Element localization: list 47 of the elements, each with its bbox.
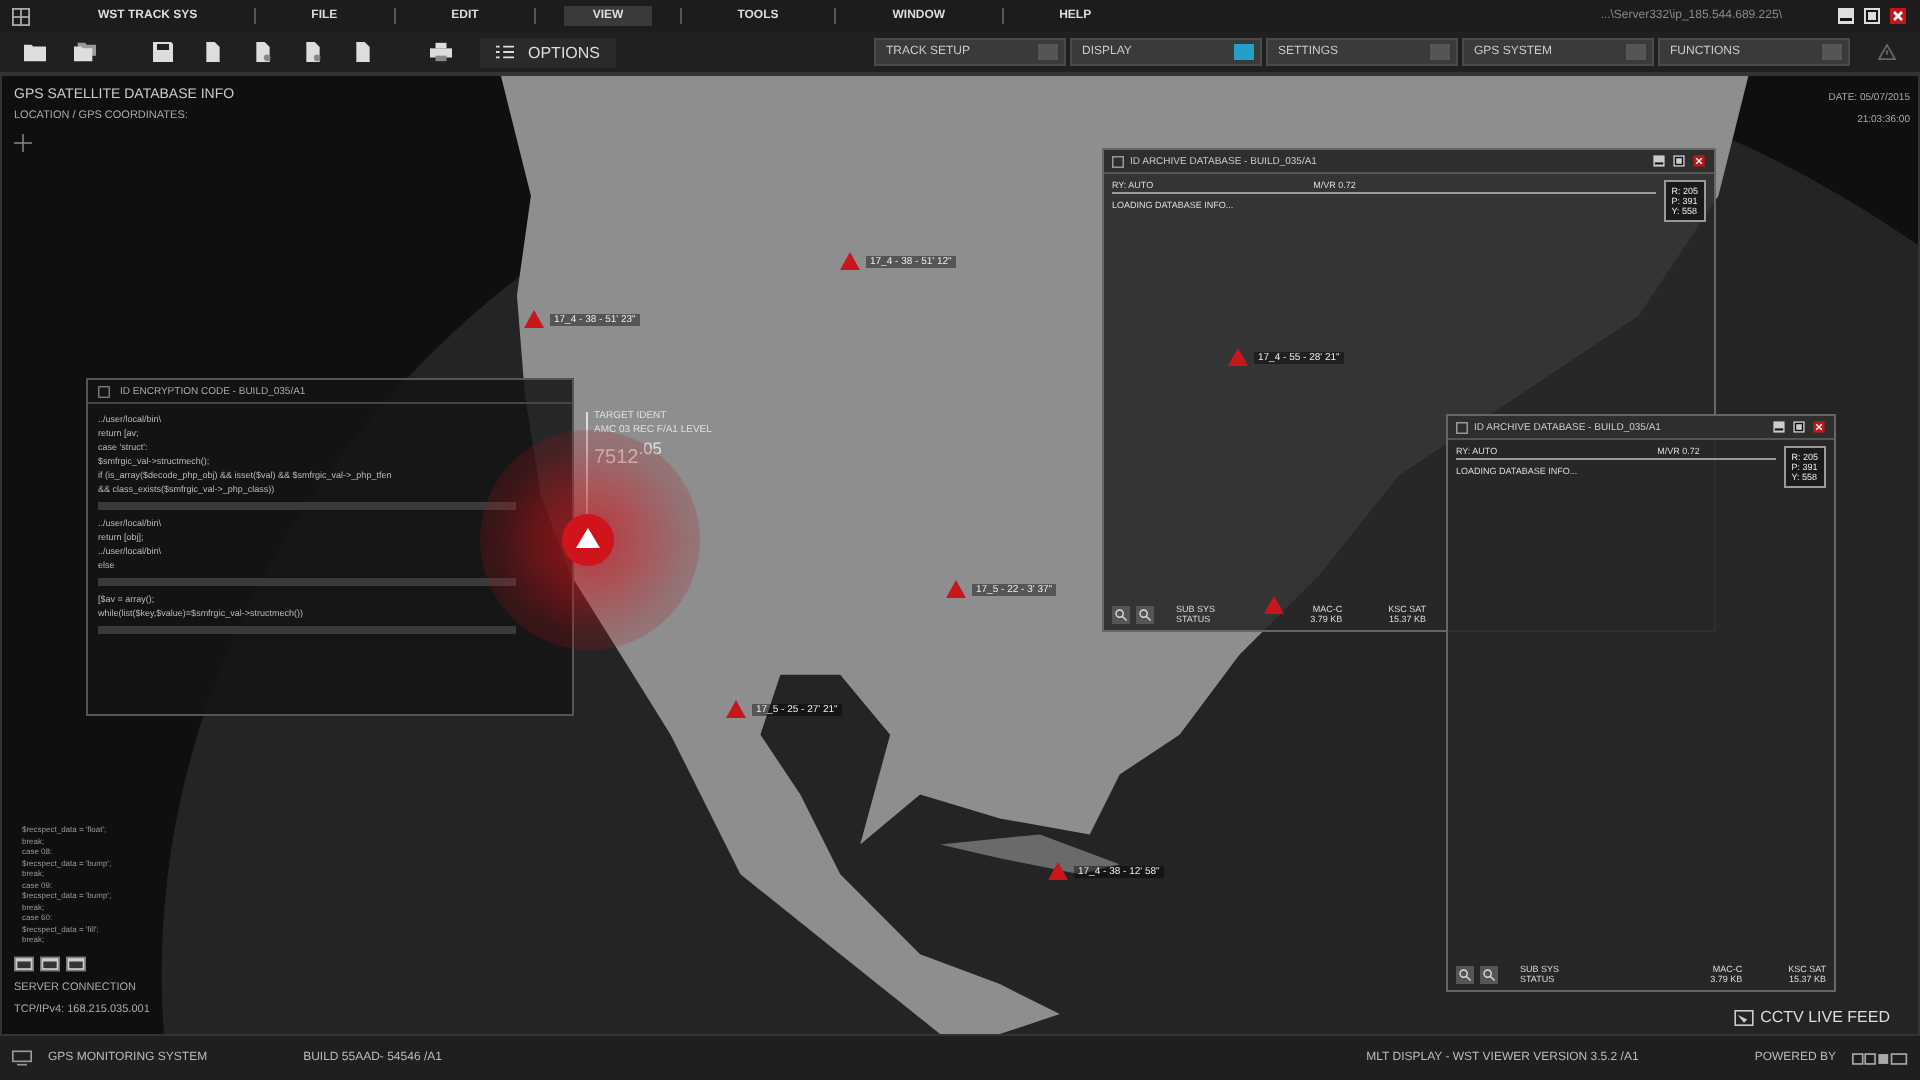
monitor-icon [12, 1050, 32, 1066]
camera-icon [1734, 1009, 1755, 1025]
logo-strip-icon [1852, 1051, 1908, 1065]
printer-icon[interactable] [430, 42, 452, 62]
maximize-icon[interactable] [1862, 6, 1882, 26]
zoom-out-button[interactable] [1136, 605, 1154, 623]
close-icon[interactable] [1692, 154, 1706, 168]
marker-triangle-icon[interactable] [1228, 348, 1248, 366]
panel-icon [98, 385, 110, 397]
marker-triangle-icon[interactable] [1264, 596, 1284, 614]
document-stack-icon[interactable] [352, 42, 374, 62]
window-icon [1112, 155, 1124, 167]
folder-icon[interactable] [24, 42, 46, 62]
options-button[interactable]: OPTIONS [480, 37, 617, 67]
minimize-icon[interactable] [1836, 6, 1856, 26]
list-icon [496, 44, 514, 60]
leader-line [586, 412, 588, 516]
document-badge-icon[interactable] [252, 42, 274, 62]
zoom-in-button[interactable] [1112, 605, 1130, 623]
feed-label: CCTV LIVE FEED [1760, 1008, 1890, 1026]
zoom-out-icon [1482, 967, 1496, 981]
marker-triangle-icon[interactable] [524, 310, 544, 328]
marker-triangle-icon[interactable] [946, 580, 966, 598]
maximize-icon[interactable] [1792, 420, 1806, 434]
save-icon[interactable] [152, 42, 174, 62]
marker-triangle-icon[interactable] [726, 700, 746, 718]
document-badge-icon[interactable] [302, 42, 324, 62]
target-marker-icon[interactable] [562, 514, 614, 566]
crosshair-icon [14, 134, 32, 152]
zoom-out-button[interactable] [1480, 965, 1498, 983]
window-icon [1456, 421, 1468, 433]
target-value: 7512$^{.05}$ [594, 438, 664, 469]
close-icon[interactable] [1812, 420, 1826, 434]
zoom-in-button[interactable] [1456, 965, 1474, 983]
document-icon[interactable] [202, 42, 224, 62]
warning-icon[interactable] [1878, 44, 1896, 60]
zoom-out-icon [1138, 607, 1152, 621]
zoom-in-icon [1458, 967, 1472, 981]
zoom-in-icon [1114, 607, 1128, 621]
maximize-icon[interactable] [1672, 154, 1686, 168]
minimize-icon[interactable] [1652, 154, 1666, 168]
grid-logo-icon [12, 7, 30, 25]
folder-stack-icon[interactable] [74, 42, 96, 62]
marker-triangle-icon[interactable] [840, 252, 860, 270]
marker-triangle-icon[interactable] [1048, 862, 1068, 880]
minimize-icon[interactable] [1772, 420, 1786, 434]
close-icon[interactable] [1888, 6, 1908, 26]
